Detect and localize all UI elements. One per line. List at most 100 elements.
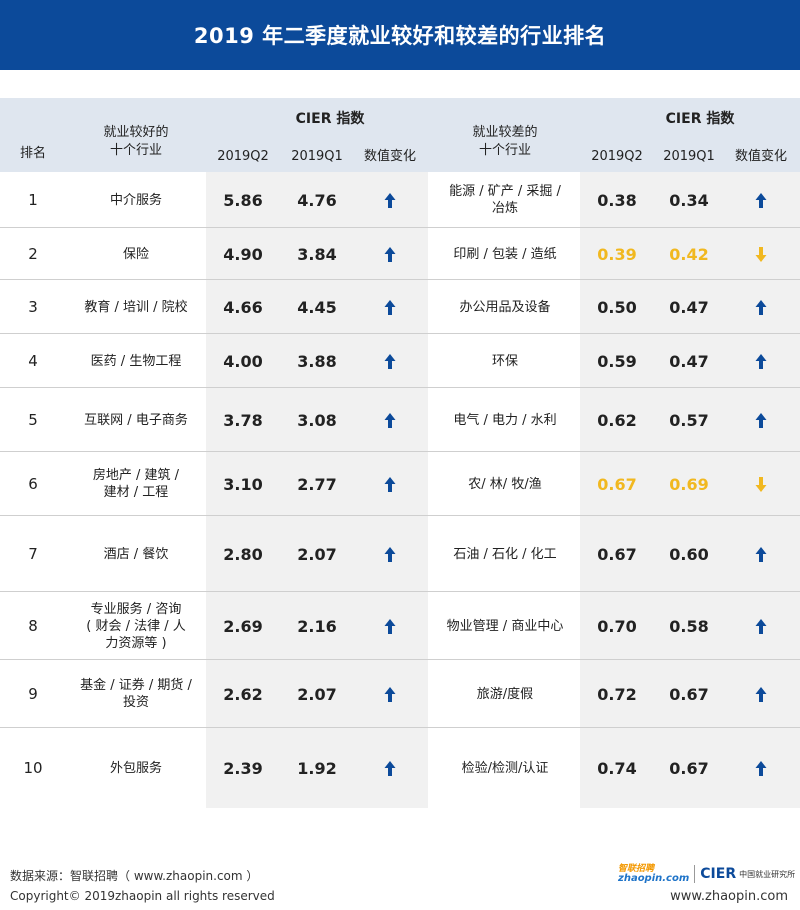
bad-change-cell (722, 280, 800, 334)
good-q1-value: 3.84 (297, 244, 337, 264)
bad-q2-value: 0.74 (597, 758, 637, 778)
title-banner: 2019 年二季度就业较好和较差的行业排名 (0, 0, 800, 70)
arrow-up-icon (384, 760, 396, 776)
bad-change-cell (722, 660, 800, 728)
rank-cell: 1 (28, 191, 38, 209)
arrow-down-icon (755, 476, 767, 492)
good-industry-line: 中介服务 (109, 192, 162, 208)
header-bad-industry-line2: 十个行业 (478, 143, 531, 158)
good-q1-value: 2.16 (297, 616, 337, 636)
zhaopin-logo-bottom: zhaopin.com (618, 873, 690, 884)
header-good-industry-line1: 就业较好的 (103, 125, 169, 140)
table-row: 9 基金 / 证券 / 期货 / 投资 2.62 2.07 旅游/度假 0.72 0.67 (0, 660, 800, 728)
good-change-cell (352, 728, 428, 808)
table-row: 3 教育 / 培训 / 院校 4.66 4.45 办公用品及设备 0.50 0.47 (0, 280, 800, 334)
arrow-up-icon (755, 760, 767, 776)
bad-industry-line: 石油 / 石化 / 化工 (453, 546, 557, 562)
bad-change-cell (722, 452, 800, 516)
header-cier-index-right: CIER 指数 (665, 111, 735, 127)
good-q2-value: 4.66 (223, 297, 263, 317)
good-industry-line: 专业服务 / 咨询 (90, 601, 182, 617)
arrow-up-icon (755, 192, 767, 208)
bad-industry-cell: 办公用品及设备 (430, 280, 580, 334)
table-row: 5 互联网 / 电子商务 3.78 3.08 电气 / 电力 / 水利 0.62 0.57 (0, 388, 800, 452)
bad-industry-cell: 环保 (430, 334, 580, 388)
copyright: Copyright© 2019zhaopin all rights reserv… (10, 889, 275, 903)
good-industry-cell: 酒店 / 餐饮 (66, 516, 206, 592)
bad-q1-value: 0.67 (669, 684, 709, 704)
bad-industry-line: 旅游/度假 (476, 686, 534, 702)
rank-cell: 9 (28, 685, 38, 703)
page-title: 2019 年二季度就业较好和较差的行业排名 (193, 24, 607, 48)
good-q1-value: 2.07 (297, 544, 337, 564)
header-q2-left: 2019Q2 (217, 149, 269, 164)
good-q2-value: 2.80 (223, 544, 263, 564)
table-row: 2 保险 4.90 3.84 印刷 / 包装 / 造纸 0.39 0.42 (0, 228, 800, 280)
header-rank: 排名 (19, 146, 46, 161)
arrow-down-icon (755, 246, 767, 262)
good-change-cell (352, 516, 428, 592)
header-bad-industry: 就业较差的 十个行业 (430, 124, 580, 160)
logo-divider (694, 865, 696, 883)
bad-industry-cell: 物业管理 / 商业中心 (430, 592, 580, 660)
header-good-industry-line2: 十个行业 (109, 143, 162, 158)
arrow-up-icon (384, 686, 396, 702)
good-industry-cell: 外包服务 (66, 728, 206, 808)
good-q1-value: 3.88 (297, 351, 337, 371)
good-industry-line: 保险 (122, 246, 149, 262)
bad-industry-line: 检验/检测/认证 (461, 760, 549, 776)
footer-logos: 智联招聘 zhaopin.com CIER 中国就业研究所 (618, 864, 795, 884)
good-industry-cell: 中介服务 (66, 172, 206, 228)
bad-q2-value: 0.38 (597, 190, 637, 210)
bad-change-cell (722, 388, 800, 452)
bad-industry-cell: 检验/检测/认证 (430, 728, 580, 808)
website[interactable]: www.zhaopin.com (670, 889, 788, 904)
good-industry-line: 投资 (122, 695, 149, 710)
good-change-cell (352, 660, 428, 728)
bad-change-cell (722, 516, 800, 592)
good-industry-cell: 互联网 / 电子商务 (66, 388, 206, 452)
arrow-up-icon (755, 686, 767, 702)
bad-q1-value: 0.57 (669, 410, 709, 430)
table-row: 10 外包服务 2.39 1.92 检验/检测/认证 0.74 0.67 (0, 728, 800, 808)
good-industry-line: 房地产 / 建筑 / (92, 468, 180, 483)
bad-industry-line: 电气 / 电力 / 水利 (453, 412, 557, 428)
bad-change-cell (722, 728, 800, 808)
header-change-left: 数值变化 (363, 149, 416, 164)
good-q2-value: 3.78 (223, 410, 263, 430)
arrow-up-icon (755, 412, 767, 428)
bad-industry-cell: 旅游/度假 (430, 660, 580, 728)
good-industry-line: ( 财会 / 法律 / 人 (86, 618, 186, 634)
bad-change-cell (722, 172, 800, 228)
arrow-up-icon (384, 476, 396, 492)
rank-cell: 8 (28, 617, 38, 635)
bad-industry-cell: 能源 / 矿产 / 采掘 / 冶炼 (430, 172, 580, 228)
good-industry-line: 外包服务 (109, 760, 162, 776)
bad-q2-value: 0.72 (597, 684, 637, 704)
bad-industry-cell: 印刷 / 包装 / 造纸 (430, 228, 580, 280)
data-source: 数据来源：智联招聘（ www.zhaopin.com ） (10, 869, 259, 883)
table-row: 6 房地产 / 建筑 / 建材 / 工程 3.10 2.77 农/ 林/ 牧/渔 0.67 0… (0, 452, 800, 516)
good-industry-cell: 医药 / 生物工程 (66, 334, 206, 388)
bad-industry-line: 办公用品及设备 (459, 299, 551, 315)
arrow-up-icon (384, 246, 396, 262)
bad-q1-value: 0.58 (669, 616, 709, 636)
arrow-up-icon (755, 618, 767, 634)
bad-industry-cell: 电气 / 电力 / 水利 (430, 388, 580, 452)
bad-q1-value: 0.34 (669, 190, 709, 210)
arrow-up-icon (384, 412, 396, 428)
bad-q1-value: 0.60 (669, 544, 709, 564)
good-change-cell (352, 388, 428, 452)
header-q1-left: 2019Q1 (291, 149, 343, 164)
bad-q1-value: 0.42 (669, 244, 709, 264)
good-industry-line: 酒店 / 餐饮 (103, 546, 169, 562)
good-industry-cell: 基金 / 证券 / 期货 / 投资 (66, 660, 206, 728)
good-q1-value: 1.92 (297, 758, 337, 778)
good-industry-line: 互联网 / 电子商务 (84, 412, 188, 428)
header-good-industry: 就业较好的 十个行业 (66, 124, 206, 160)
arrow-up-icon (384, 299, 396, 315)
good-industry-line: 基金 / 证券 / 期货 / (80, 678, 192, 693)
table-row: 8 专业服务 / 咨询( 财会 / 法律 / 人力资源等 ) 2.69 2.16 物业管… (0, 592, 800, 660)
bad-q2-value: 0.67 (597, 474, 637, 494)
bad-q2-value: 0.70 (597, 616, 637, 636)
